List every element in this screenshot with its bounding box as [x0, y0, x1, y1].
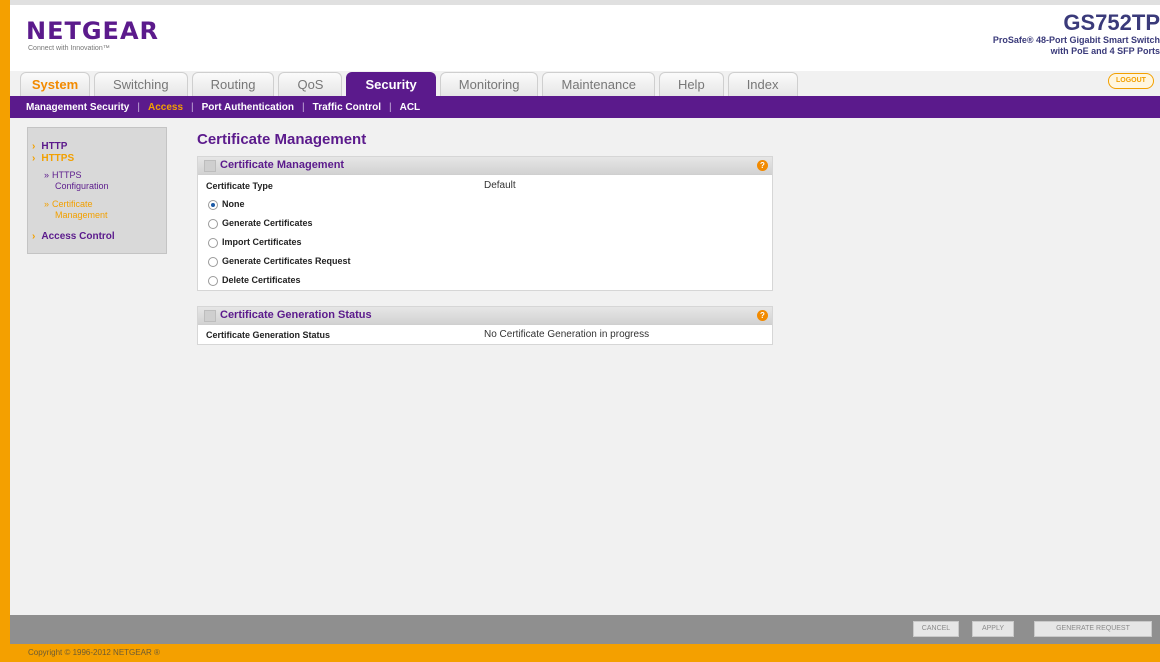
sidebar-item-https-configuration[interactable]: » HTTPS Configuration: [44, 170, 109, 192]
collapse-icon[interactable]: [204, 310, 216, 322]
model-description: ProSafe® 48-Port Gigabit Smart Switch wi…: [993, 35, 1160, 57]
submenu-traffic-control[interactable]: Traffic Control: [313, 102, 381, 113]
panel-title: Certificate Management: [220, 159, 345, 171]
certificate-generation-status-panel: Certificate Generation Status ? Certific…: [197, 306, 773, 345]
submenu-acl[interactable]: ACL: [400, 102, 421, 113]
sidebar-item-label: HTTPS: [41, 153, 75, 164]
apply-button[interactable]: APPLY: [972, 621, 1014, 637]
sidebar-item-certificate-management[interactable]: » Certificate Management: [44, 199, 108, 221]
tab-switching[interactable]: Switching: [94, 72, 188, 96]
sidebar-item-label: Access Control: [41, 231, 115, 242]
submenu-separator: |: [388, 101, 392, 113]
radio-label-import-certificates: Import Certificates: [222, 237, 302, 247]
action-bar: CANCEL APPLY GENERATE REQUEST: [10, 615, 1160, 644]
model-description-line2: with PoE and 4 SFP Ports: [1050, 46, 1160, 56]
collapse-icon[interactable]: [204, 160, 216, 172]
panel-header: Certificate Generation Status ?: [198, 307, 772, 325]
help-icon[interactable]: ?: [757, 310, 768, 321]
sidebar-subbullet: »: [44, 170, 50, 180]
radio-none[interactable]: [208, 200, 218, 210]
submenu-port-authentication[interactable]: Port Authentication: [202, 102, 294, 113]
model-description-line1: ProSafe® 48-Port Gigabit Smart Switch: [992, 35, 1160, 45]
netgear-logo: NETGEAR: [26, 17, 159, 45]
submenu-management-security[interactable]: Management Security: [26, 102, 129, 113]
generate-request-button[interactable]: GENERATE REQUEST: [1034, 621, 1152, 637]
sidebar-subbullet: »: [44, 199, 50, 209]
bullet-icon: ›: [32, 153, 36, 164]
panel-header: Certificate Management ?: [198, 157, 772, 175]
radio-generate-certificates-request[interactable]: [208, 257, 218, 267]
bullet-icon: ›: [32, 231, 36, 242]
app-window: NETGEAR Connect with Innovation™ GS752TP…: [0, 0, 1160, 662]
sidebar-item-label: HTTP: [41, 141, 68, 152]
submenu-separator: |: [302, 101, 305, 113]
submenu-nav: Management Security | Access | Port Auth…: [26, 96, 420, 118]
left-sidebar: › HTTP › HTTPS » HTTPS Configuration » Certi…: [27, 127, 167, 254]
help-icon[interactable]: ?: [757, 160, 768, 171]
copyright-text: Copyright © 1996-2012 NETGEAR ®: [28, 648, 160, 657]
sidebar-item-access-control[interactable]: › Access Control: [32, 231, 115, 242]
generation-status-value: No Certificate Generation in progress: [484, 329, 650, 340]
cancel-button[interactable]: CANCEL: [913, 621, 959, 637]
sidebar-item-http[interactable]: › HTTP: [32, 141, 67, 152]
radio-delete-certificates[interactable]: [208, 276, 218, 286]
generation-status-label: Certificate Generation Status: [206, 330, 331, 340]
tab-index[interactable]: Index: [727, 72, 798, 96]
sidebar-item-https[interactable]: › HTTPS: [32, 153, 74, 164]
tab-monitoring[interactable]: Monitoring: [439, 72, 539, 96]
submenu-bar: Management Security | Access | Port Auth…: [10, 96, 1160, 118]
certificate-management-panel: Certificate Management ? Certificate Typ…: [197, 156, 773, 291]
radio-label-generate-certificates-request: Generate Certificates Request: [222, 256, 351, 266]
panel-title: Certificate Generation Status: [220, 309, 372, 321]
submenu-separator: |: [191, 101, 194, 113]
tab-help[interactable]: Help: [658, 72, 724, 96]
sidebar-item-label-line1: HTTPS: [52, 170, 82, 180]
header: NETGEAR Connect with Innovation™ GS752TP…: [10, 5, 1160, 71]
radio-label-none: None: [222, 199, 245, 209]
radio-label-generate-certificates: Generate Certificates: [222, 218, 313, 228]
radio-import-certificates[interactable]: [208, 238, 218, 248]
sidebar-item-label-line2: Configuration: [55, 181, 109, 191]
brand-tagline: Connect with Innovation™: [28, 45, 110, 52]
tab-system[interactable]: System: [20, 72, 90, 96]
bullet-icon: ›: [32, 141, 36, 152]
sidebar-item-label-line2: Management: [55, 210, 108, 220]
tab-routing[interactable]: Routing: [191, 72, 275, 96]
certificate-type-label: Certificate Type: [206, 181, 273, 191]
radio-generate-certificates[interactable]: [208, 219, 218, 229]
main-tabs: System Switching Routing QoS Security Mo…: [20, 72, 798, 96]
submenu-access[interactable]: Access: [148, 102, 183, 113]
tab-qos[interactable]: QoS: [278, 72, 343, 96]
page-title: Certificate Management: [197, 131, 367, 148]
model-name: GS752TP: [1063, 10, 1160, 35]
tab-security[interactable]: Security: [346, 72, 436, 96]
left-accent-strip: [0, 0, 10, 662]
sidebar-item-label-line1: Certificate: [52, 199, 93, 209]
logout-button[interactable]: LOGOUT: [1108, 73, 1154, 89]
radio-label-delete-certificates: Delete Certificates: [222, 275, 301, 285]
footer: Copyright © 1996-2012 NETGEAR ®: [10, 644, 1160, 662]
submenu-separator: |: [137, 101, 140, 113]
tab-maintenance[interactable]: Maintenance: [542, 72, 655, 96]
certificate-type-value: Default: [484, 180, 516, 191]
